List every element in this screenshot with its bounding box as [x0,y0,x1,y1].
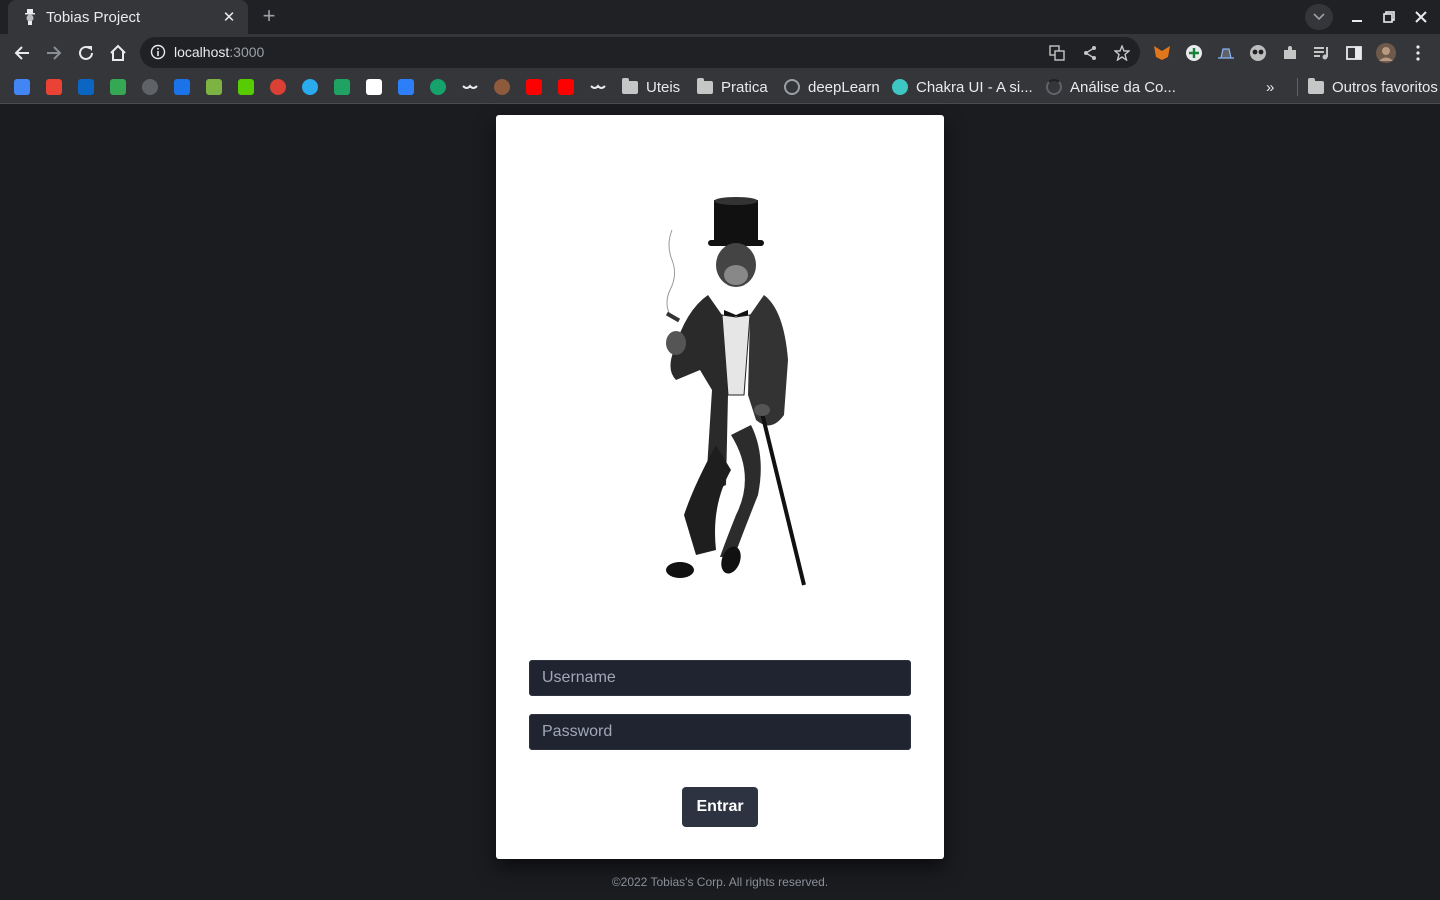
blue-app-bookmark-icon[interactable] [398,79,414,95]
url-port: :3000 [229,44,265,60]
linkedin-bookmark-icon[interactable] [78,79,94,95]
bookmarks-bar: Uteis Pratica deepLearn Chakra UI - A si… [0,71,1440,104]
home-icon[interactable] [105,40,131,66]
divider [1297,78,1298,96]
bookmarks-overflow-chevron-icon[interactable]: » [1266,78,1274,96]
password-input[interactable] [529,714,911,750]
folder-icon [622,77,638,94]
photos-bookmark-icon[interactable] [366,79,382,95]
bookmark-label: Análise da Co... [1070,78,1176,96]
qt-bookmark-icon[interactable] [430,79,446,95]
browser-tab[interactable]: Tobias Project ✕ [8,0,248,34]
footer-copyright: ©2022 Tobias's Corp. All rights reserved… [611,875,829,889]
youtube-bookmark-icon-2[interactable] [558,79,574,95]
address-bar[interactable]: localhost:3000 [140,37,1140,68]
login-card: Entrar [496,115,944,859]
bookmark-folder-label: Uteis [646,78,681,96]
browser-menu-icon[interactable] [1408,43,1428,63]
tab-close-icon[interactable]: ✕ [220,8,238,26]
tab-search-icon[interactable] [1305,4,1333,30]
telegram-bookmark-icon[interactable] [302,79,318,95]
bookmark-deeplearn[interactable]: deepLearn [784,78,880,96]
translate-icon[interactable] [1047,43,1067,63]
metamask-extension-icon[interactable] [1152,43,1172,63]
gentleman-monkey-illustration [665,197,806,586]
chakra-icon [892,79,908,95]
url-host: localhost [174,44,230,60]
youtube-bookmark-icon[interactable] [526,79,542,95]
side-panel-icon[interactable] [1344,43,1364,63]
gmail-bookmark-icon[interactable] [46,79,62,95]
bookmark-folder-uteis[interactable]: Uteis [622,77,681,96]
hat-extension-icon[interactable] [1216,43,1236,63]
github-bookmark-icon[interactable] [142,79,158,95]
extensions-puzzle-icon[interactable] [1280,43,1300,63]
wave-bookmark-icon-2[interactable] [590,79,606,95]
back-icon[interactable] [9,40,35,66]
reload-icon[interactable] [73,40,99,66]
browser-tab-strip: Tobias Project ✕ + [0,0,1440,34]
bookmark-label: deepLearn [808,78,880,96]
todoist-bookmark-icon[interactable] [270,79,286,95]
restore-icon[interactable] [1378,6,1400,28]
folder-icon [697,77,713,94]
site-info-icon[interactable] [150,44,166,60]
globe-icon [784,79,800,95]
drive-bookmark-icon[interactable] [110,79,126,95]
bookmark-folder-pratica[interactable]: Pratica [697,77,768,96]
folder-icon [1308,77,1324,94]
green-app-bookmark-icon[interactable] [334,79,350,95]
owl-extension-icon[interactable] [1248,43,1268,63]
url-text: localhost:3000 [174,44,264,60]
bookmark-folder-label: Outros favoritos [1332,78,1438,96]
duolingo-bookmark-icon[interactable] [238,79,254,95]
profile-avatar[interactable] [1376,43,1396,63]
login-submit-button[interactable]: Entrar [682,787,758,827]
bookmark-chakra-ui[interactable]: Chakra UI - A si... [892,78,1033,96]
media-queue-icon[interactable] [1312,43,1332,63]
overflow-label: » [1266,78,1275,96]
tab-title: Tobias Project [46,8,141,26]
bookmark-analise[interactable]: Análise da Co... [1046,78,1176,96]
monkey-favicon-icon [22,9,38,25]
bookmark-star-icon[interactable] [1112,43,1132,63]
username-input[interactable] [529,660,911,696]
share-icon[interactable] [1080,43,1100,63]
browser-toolbar: localhost:3000 [0,34,1440,71]
bookmark-folder-label: Pratica [721,78,768,96]
close-window-icon[interactable] [1410,6,1432,28]
k-bookmark-icon[interactable] [174,79,190,95]
add-extension-icon[interactable] [1184,43,1204,63]
minimize-icon[interactable] [1346,6,1368,28]
calendar-bookmark-icon[interactable] [14,79,30,95]
poop-bookmark-icon[interactable] [494,79,510,95]
bookmark-label: Chakra UI - A si... [916,78,1033,96]
new-tab-icon[interactable]: + [256,5,282,29]
chess-bookmark-icon[interactable] [206,79,222,95]
loading-icon [1046,79,1062,95]
forward-icon[interactable] [41,40,67,66]
bookmark-folder-other[interactable]: Outros favoritos [1297,77,1438,96]
wave-bookmark-icon[interactable] [462,79,478,95]
